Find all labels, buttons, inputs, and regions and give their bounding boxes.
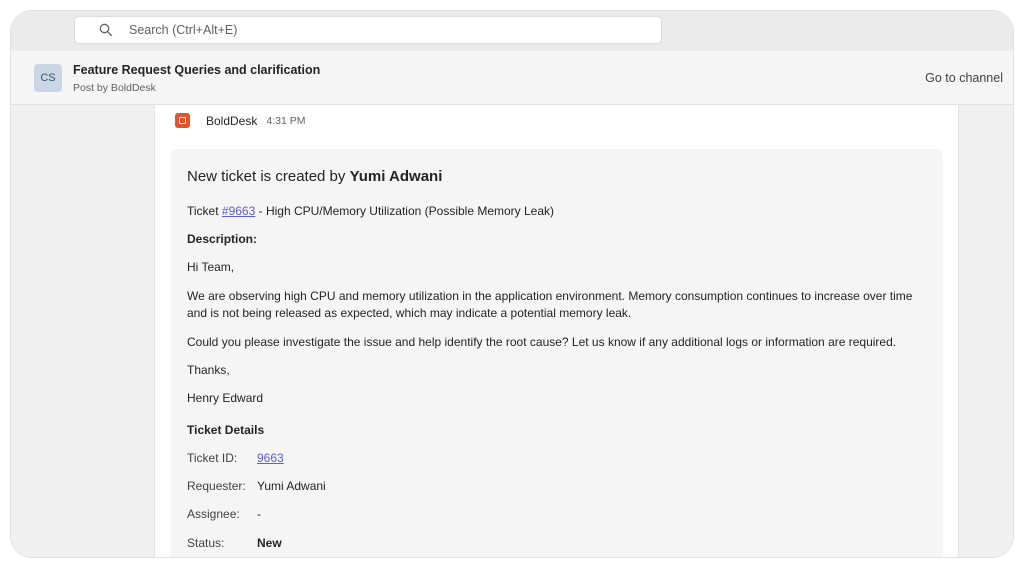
ticket-card: New ticket is created by Yumi Adwani Tic… [171, 149, 943, 557]
detail-row-requester: Requester: Yumi Adwani [187, 478, 326, 495]
signature: Henry Edward [187, 391, 264, 405]
card-title-name: Yumi Adwani [349, 168, 443, 185]
sender-name: BoldDesk [206, 113, 258, 128]
ticket-link[interactable]: #9663 [222, 204, 255, 218]
detail-row-status: Status: New [187, 535, 282, 552]
message-header: BoldDesk 4:31 PM [175, 113, 305, 128]
ticket-line: Ticket #9663 - High CPU/Memory Utilizati… [187, 203, 927, 220]
bolddesk-logo-icon [175, 113, 190, 128]
search-input[interactable]: Search (Ctrl+Alt+E) [129, 23, 237, 37]
search-icon [99, 23, 113, 37]
card-title: New ticket is created by Yumi Adwani [187, 168, 442, 185]
ticket-prefix: Ticket [187, 204, 219, 218]
top-bar: Search (Ctrl+Alt+E) [11, 11, 1013, 51]
greeting: Hi Team, [187, 260, 235, 274]
ticket-details-heading: Ticket Details [187, 423, 265, 437]
description-label: Description: [187, 232, 258, 246]
content-area: BoldDesk 4:31 PM New ticket is created b… [11, 105, 1013, 557]
detail-label: Requester: [187, 479, 246, 493]
detail-value: - [257, 507, 261, 521]
detail-row-assignee: Assignee: - [187, 506, 261, 523]
post-title: Feature Request Queries and clarificatio… [73, 63, 321, 77]
post-header: CS Feature Request Queries and clarifica… [11, 51, 1013, 105]
channel-avatar: CS [34, 64, 62, 92]
go-to-channel-link[interactable]: Go to channel [925, 71, 1003, 85]
ticket-subject: - High CPU/Memory Utilization (Possible … [255, 204, 555, 218]
thanks-text: Thanks, [187, 363, 230, 377]
status-value: New [257, 536, 282, 550]
detail-value: Yumi Adwani [257, 479, 326, 493]
detail-label: Assignee: [187, 507, 240, 521]
description-paragraph-2: Could you please investigate the issue a… [187, 335, 897, 349]
detail-row-id: Ticket ID: 9663 [187, 450, 284, 467]
message-time: 4:31 PM [266, 114, 306, 127]
detail-label: Ticket ID: [187, 451, 238, 465]
app-window: Search (Ctrl+Alt+E) CS Feature Request Q… [10, 10, 1014, 558]
search-box[interactable]: Search (Ctrl+Alt+E) [74, 16, 662, 44]
card-title-prefix: New ticket is created by [187, 168, 346, 185]
ticket-id-link[interactable]: 9663 [257, 451, 284, 465]
message-panel: BoldDesk 4:31 PM New ticket is created b… [154, 105, 959, 557]
post-subtitle: Post by BoldDesk [73, 82, 156, 94]
detail-label: Status: [187, 536, 225, 550]
description-paragraph-1: We are observing high CPU and memory uti… [187, 289, 913, 320]
